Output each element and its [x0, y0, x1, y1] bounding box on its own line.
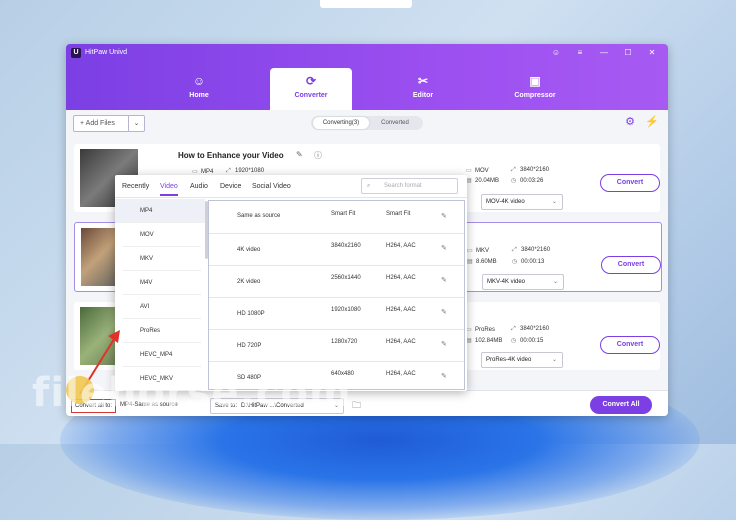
- watermark: filehorse.com: [32, 370, 352, 416]
